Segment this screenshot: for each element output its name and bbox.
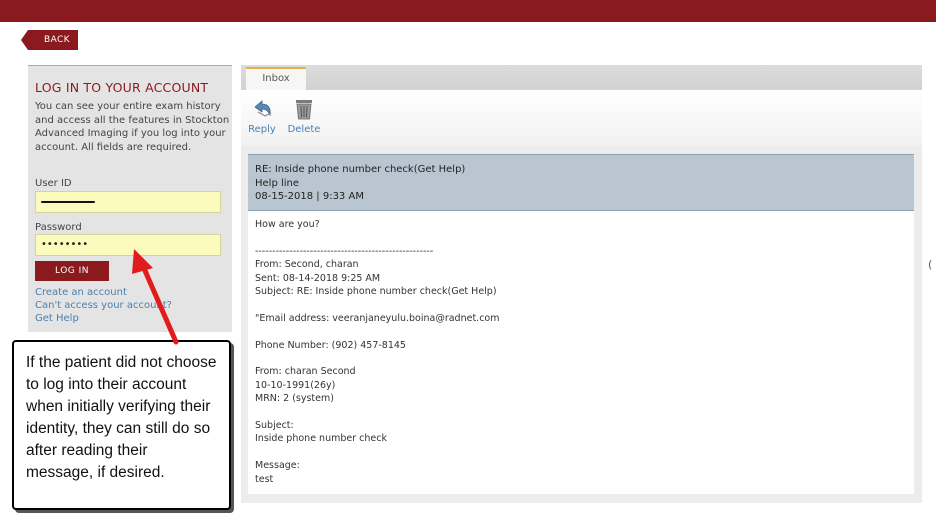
redacted-userid-mark — [41, 201, 95, 203]
body-line — [255, 298, 914, 311]
userid-label: User ID — [35, 178, 72, 189]
password-label: Password — [35, 222, 82, 233]
login-panel: LOG IN TO YOUR ACCOUNT You can see your … — [28, 65, 232, 332]
message-viewer: Inbox Reply Delete RE: Inside phone numb… — [241, 65, 922, 503]
login-description: You can see your entire exam history and… — [35, 101, 230, 153]
reply-label: Reply — [248, 124, 276, 135]
body-line: Subject: — [255, 420, 294, 432]
body-line: 10-10-1991(26y) — [255, 379, 336, 391]
annotation-callout: If the patient did not choose to log int… — [12, 340, 231, 510]
delete-button[interactable]: Delete — [287, 98, 321, 135]
callout-text: If the patient did not choose to log int… — [26, 354, 217, 481]
tab-strip: Inbox — [241, 65, 922, 90]
body-line: How are you? — [255, 219, 320, 230]
reply-button[interactable]: Reply — [247, 98, 277, 135]
message-subject: RE: Inside phone number check(Get Help) — [255, 164, 466, 175]
login-title: LOG IN TO YOUR ACCOUNT — [35, 80, 209, 95]
create-account-link[interactable]: Create an account — [35, 287, 127, 298]
reply-arrow-icon — [254, 100, 272, 117]
cant-access-account-link[interactable]: Can't access your account? — [35, 300, 172, 311]
body-line — [255, 406, 914, 419]
login-button[interactable]: LOG IN — [35, 261, 109, 281]
message-category: Help line — [255, 177, 300, 189]
body-line: From: Second, charan — [255, 259, 359, 271]
body-line: Phone Number: (902) 457-8145 — [255, 339, 406, 351]
body-line — [255, 325, 914, 338]
body-line — [255, 446, 914, 459]
userid-input[interactable] — [35, 191, 221, 213]
top-banner — [0, 0, 936, 22]
body-separator: ----------------------------------------… — [255, 245, 434, 257]
body-line: Inside phone number check — [255, 433, 387, 445]
page-edge-mark: ( — [928, 258, 933, 271]
body-line: test — [255, 473, 274, 485]
message-datetime: 08-15-2018 | 9:33 AM — [255, 191, 364, 202]
trash-can-icon — [296, 100, 312, 120]
get-help-link[interactable]: Get Help — [35, 313, 79, 324]
tab-inbox[interactable]: Inbox — [246, 67, 306, 90]
message-body: How are you? ---------------------------… — [248, 211, 914, 494]
body-line: From: charan Second — [255, 366, 356, 378]
password-input[interactable]: •••••••• — [35, 234, 221, 256]
body-line: Sent: 08-14-2018 9:25 AM — [255, 272, 381, 284]
back-button[interactable]: BACK — [21, 30, 78, 50]
body-line — [255, 231, 914, 244]
delete-label: Delete — [287, 124, 321, 135]
body-line: "Email address: veeranjaneyulu.boina@rad… — [255, 312, 500, 324]
body-line: MRN: 2 (system) — [255, 393, 334, 405]
message-toolbar: Reply Delete — [241, 90, 922, 146]
body-line — [255, 352, 914, 365]
body-line: Subject: RE: Inside phone number check(G… — [255, 286, 497, 298]
body-line: Message: — [255, 460, 300, 472]
message-header: RE: Inside phone number check(Get Help) … — [248, 154, 914, 211]
